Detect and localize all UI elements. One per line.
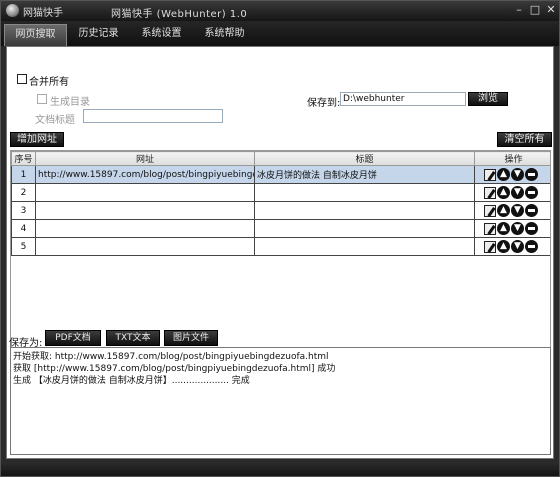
move-down-icon[interactable]: ▼ — [511, 168, 524, 181]
delete-icon[interactable] — [525, 186, 538, 199]
edit-icon[interactable] — [484, 186, 496, 199]
col-header-url[interactable]: 网址 — [35, 151, 255, 166]
row-url[interactable] — [35, 201, 255, 220]
col-header-ops[interactable]: 操作 — [474, 151, 550, 166]
row-ops: ▲ ▼ — [474, 237, 550, 256]
browse-button[interactable]: 浏览 — [468, 92, 508, 106]
gen-toc-checkbox[interactable] — [37, 94, 47, 104]
delete-icon[interactable] — [525, 222, 538, 235]
gen-toc-label: 生成目录 — [50, 97, 90, 108]
edit-icon[interactable] — [484, 204, 496, 217]
save-image-button[interactable]: 图片文件 — [164, 330, 218, 346]
row-number: 4 — [11, 219, 36, 238]
delete-icon[interactable] — [525, 204, 538, 217]
edit-icon[interactable] — [484, 222, 496, 235]
row-title[interactable] — [254, 237, 475, 256]
tab-history[interactable]: 历史记录 — [67, 24, 130, 46]
doc-title-input[interactable] — [83, 109, 223, 123]
log-line: 开始获取: http://www.15897.com/blog/post/bin… — [13, 352, 329, 362]
move-up-icon[interactable]: ▲ — [497, 168, 510, 181]
move-down-icon[interactable]: ▼ — [511, 204, 524, 217]
row-title[interactable]: 冰皮月饼的做法 自制冰皮月饼 — [254, 165, 475, 184]
table-header-row: 序号 网址 标题 操作 — [11, 151, 550, 166]
col-header-no[interactable]: 序号 — [11, 151, 36, 166]
row-title[interactable] — [254, 219, 475, 238]
minimize-button[interactable]: – — [512, 4, 526, 17]
row-title[interactable] — [254, 183, 475, 202]
doc-title-label: 文档标题 — [35, 115, 75, 126]
row-url[interactable] — [35, 237, 255, 256]
title-bar[interactable]: 网猫快手 网猫快手 (WebHunter) 1.0 – □ ✕ — [1, 1, 559, 21]
move-up-icon[interactable]: ▲ — [497, 204, 510, 217]
table-row[interactable]: 1 http://www.15897.com/blog/post/bingpiyu… — [11, 165, 550, 184]
app-window: 网猫快手 网猫快手 (WebHunter) 1.0 – □ ✕ 网页搜取 历史记… — [0, 0, 560, 477]
move-up-icon[interactable]: ▲ — [497, 222, 510, 235]
row-number: 1 — [11, 165, 36, 184]
log-output[interactable]: 开始获取: http://www.15897.com/blog/post/bin… — [10, 347, 551, 455]
row-number: 3 — [11, 201, 36, 220]
delete-icon[interactable] — [525, 168, 538, 181]
row-url[interactable]: http://www.15897.com/blog/post/bingpiyue… — [35, 165, 255, 184]
save-txt-button[interactable]: TXT文本 — [106, 330, 160, 346]
edit-icon[interactable] — [484, 240, 496, 253]
row-number: 2 — [11, 183, 36, 202]
row-title[interactable] — [254, 201, 475, 220]
tab-settings[interactable]: 系统设置 — [130, 24, 193, 46]
save-pdf-button[interactable]: PDF文档 — [45, 330, 101, 346]
edit-icon[interactable] — [484, 168, 496, 181]
move-up-icon[interactable]: ▲ — [497, 240, 510, 253]
col-header-title[interactable]: 标题 — [254, 151, 475, 166]
status-bar — [1, 462, 559, 476]
clear-all-button[interactable]: 清空所有 — [497, 132, 552, 147]
row-url[interactable] — [35, 183, 255, 202]
row-url[interactable] — [35, 219, 255, 238]
row-number: 5 — [11, 237, 36, 256]
merge-all-checkbox[interactable] — [17, 74, 27, 84]
maximize-button[interactable]: □ — [528, 4, 542, 17]
save-to-label: 保存到: — [307, 98, 341, 109]
merge-all-label: 合并所有 — [29, 77, 69, 88]
save-path-input[interactable]: D:\webhunter — [340, 92, 466, 106]
url-table: 序号 网址 标题 操作 1 http://www.15897.com/blog/p… — [10, 150, 551, 353]
main-panel: 合并所有 生成目录 文档标题 保存到: D:\webhunter 浏览 增加网址… — [6, 46, 554, 459]
row-ops: ▲ ▼ — [474, 183, 550, 202]
app-name: 网猫快手 — [23, 8, 63, 19]
row-ops: ▲ ▼ — [474, 201, 550, 220]
table-row[interactable]: 5 ▲ ▼ — [11, 237, 550, 256]
tab-fetch[interactable]: 网页搜取 — [4, 24, 67, 46]
move-down-icon[interactable]: ▼ — [511, 240, 524, 253]
move-down-icon[interactable]: ▼ — [511, 222, 524, 235]
tab-bar: 网页搜取 历史记录 系统设置 系统帮助 — [1, 21, 559, 46]
move-up-icon[interactable]: ▲ — [497, 186, 510, 199]
row-ops: ▲ ▼ — [474, 219, 550, 238]
move-down-icon[interactable]: ▼ — [511, 186, 524, 199]
delete-icon[interactable] — [525, 240, 538, 253]
table-row[interactable]: 4 ▲ ▼ — [11, 219, 550, 238]
app-logo-icon — [6, 4, 19, 17]
tab-help[interactable]: 系统帮助 — [193, 24, 256, 46]
table-row[interactable]: 3 ▲ ▼ — [11, 201, 550, 220]
add-url-button[interactable]: 增加网址 — [10, 132, 64, 147]
table-row[interactable]: 2 ▲ ▼ — [11, 183, 550, 202]
log-line: 获取 [http://www.15897.com/blog/post/bingp… — [13, 364, 336, 374]
row-ops: ▲ ▼ — [474, 165, 550, 184]
window-title: 网猫快手 (WebHunter) 1.0 — [111, 9, 248, 20]
log-line: 生成 【冰皮月饼的做法 自制冰皮月饼】.................... … — [13, 376, 250, 386]
close-button[interactable]: ✕ — [544, 4, 558, 17]
